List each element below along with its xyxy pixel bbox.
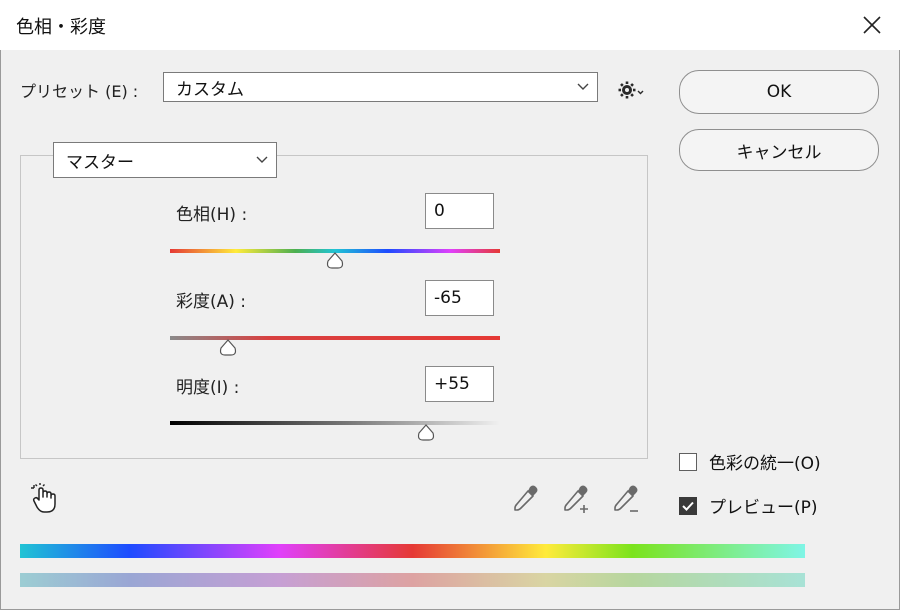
lightness-label: 明度(I) : <box>176 378 240 398</box>
colorize-checkbox-box[interactable] <box>679 452 697 471</box>
hue-slider-thumb[interactable] <box>325 252 345 270</box>
colorize-label: 色彩の統一(O) <box>709 454 821 474</box>
title-bar: 色相・彩度 <box>0 0 900 50</box>
eyedropper-icon <box>514 485 538 511</box>
eyedropper-subtract-button[interactable] <box>612 484 642 518</box>
preview-checkbox-box[interactable] <box>679 496 697 515</box>
check-icon <box>682 501 694 511</box>
eyedropper-button[interactable] <box>512 484 540 516</box>
chevron-down-icon <box>577 83 589 90</box>
saturation-label: 彩度(A) : <box>176 292 247 312</box>
gear-icon <box>618 81 644 99</box>
preset-label: プリセット (E) : <box>20 82 139 101</box>
eyedropper-subtract-icon <box>614 485 638 512</box>
hue-label: 色相(H) : <box>176 205 248 225</box>
cancel-button[interactable]: キャンセル <box>679 129 879 171</box>
output-color-spectrum <box>20 573 805 587</box>
lightness-input[interactable]: +55 <box>425 366 494 402</box>
eyedropper-add-icon <box>564 485 588 513</box>
input-color-spectrum <box>20 544 805 558</box>
close-button[interactable] <box>852 6 892 44</box>
lightness-slider-thumb[interactable] <box>416 424 436 442</box>
saturation-input[interactable]: -65 <box>425 280 494 316</box>
lightness-slider-track[interactable] <box>170 421 500 425</box>
eyedropper-add-button[interactable] <box>562 484 592 518</box>
targeted-adjustment-tool[interactable] <box>30 482 60 518</box>
close-icon <box>863 16 881 34</box>
chevron-down-icon <box>256 156 268 163</box>
preset-value: カスタム <box>176 79 244 100</box>
channel-value: マスター <box>66 152 134 173</box>
colorize-checkbox[interactable]: 色彩の統一(O) <box>679 449 821 474</box>
channel-dropdown[interactable]: マスター <box>53 142 277 178</box>
adjustment-group <box>20 155 648 459</box>
preview-checkbox[interactable]: プレビュー(P) <box>679 493 818 518</box>
preview-label: プレビュー(P) <box>709 498 818 518</box>
hue-input[interactable]: 0 <box>425 193 494 229</box>
saturation-slider-thumb[interactable] <box>218 339 238 357</box>
preset-options-button[interactable] <box>618 80 644 104</box>
ok-button[interactable]: OK <box>679 70 879 114</box>
window-title: 色相・彩度 <box>16 17 106 38</box>
hand-adjust-icon <box>31 483 56 513</box>
preset-dropdown[interactable]: カスタム <box>163 72 598 102</box>
